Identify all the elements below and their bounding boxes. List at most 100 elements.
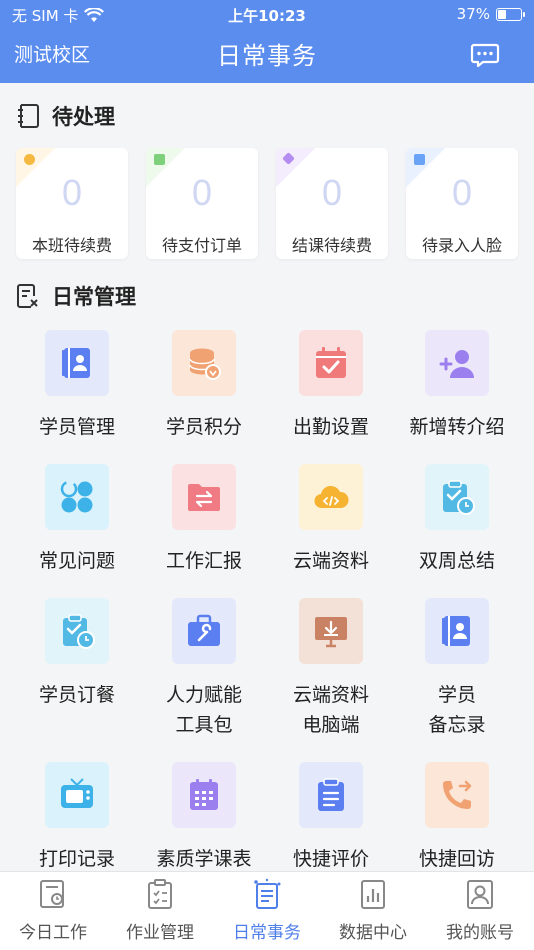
management-item[interactable]: 快捷评价: [268, 762, 394, 872]
management-item[interactable]: 云端资料: [268, 464, 394, 574]
calendar-grid-icon: [172, 762, 236, 828]
tab-my-account[interactable]: 我的账号: [427, 872, 533, 950]
coin-icon: [24, 154, 35, 165]
chat-bubble-icon: [470, 43, 500, 68]
pending-cards: 0 本班待续费 0 待支付订单 0 结课待续费 0 待录入人脸: [16, 148, 518, 259]
battery-fill: [498, 9, 507, 19]
management-item-label: 双周总结: [418, 550, 495, 572]
pending-title: 待处理: [52, 105, 115, 129]
face-scan-icon: [414, 154, 425, 165]
management-item-label: 学员订餐: [38, 684, 115, 706]
folder-exchange-icon: [172, 464, 236, 530]
document-settings-icon: [17, 284, 38, 308]
clipboard-clock-icon: [45, 598, 109, 664]
management-item[interactable]: 云端资料 电脑端: [268, 598, 394, 736]
management-item-label: 人力赋能: [165, 684, 242, 706]
daily-affairs-icon: [254, 878, 281, 909]
nav-bar: 测试校区 日常事务: [0, 28, 534, 83]
tab-data-center[interactable]: 数据中心: [320, 872, 426, 950]
management-item-label: 打印记录: [38, 848, 115, 870]
management-item-label: 新增转介绍: [409, 416, 505, 438]
battery-percent: 37%: [456, 5, 490, 23]
message-button[interactable]: [470, 40, 500, 70]
status-bar: 无 SIM 卡 上午10:23 37%: [0, 0, 534, 28]
management-item[interactable]: 常见问题: [14, 464, 140, 574]
tab-label: 今日工作: [19, 923, 87, 943]
toolbox-icon: [172, 598, 236, 664]
management-item[interactable]: 学员 备忘录: [394, 598, 520, 736]
pending-label: 待支付订单: [161, 236, 242, 255]
tab-daily-affairs[interactable]: 日常事务: [214, 872, 320, 950]
coins-icon: [172, 330, 236, 396]
pending-label: 待录入人脸: [421, 236, 502, 255]
management-item-label: 工具包: [175, 714, 233, 736]
pending-card-orders[interactable]: 0 待支付订单: [146, 148, 258, 259]
top-bar: 无 SIM 卡 上午10:23 37% 测试校区 日常事务: [0, 0, 534, 83]
management-item[interactable]: 人力赋能 工具包: [141, 598, 267, 736]
management-item-label: 学员管理: [38, 416, 115, 438]
homework-icon: [148, 879, 172, 909]
management-section-title: 日常管理: [16, 281, 136, 311]
pending-card-renewal[interactable]: 0 本班待续费: [16, 148, 128, 259]
management-item-label: 云端资料: [292, 684, 369, 706]
management-item-label: 云端资料: [292, 550, 369, 572]
pending-section-title: 待处理: [16, 101, 115, 131]
pending-label: 本班待续费: [31, 236, 112, 255]
management-title: 日常管理: [52, 285, 136, 309]
notebook-icon: [18, 104, 39, 128]
pending-card-face[interactable]: 0 待录入人脸: [406, 148, 518, 259]
management-item-label: 电脑端: [302, 714, 360, 736]
tab-label: 数据中心: [339, 923, 407, 943]
management-item-label: 备忘录: [428, 714, 486, 736]
contacts-icon: [45, 330, 109, 396]
pending-count: 0: [191, 172, 213, 213]
tab-label: 作业管理: [126, 923, 194, 943]
pending-card-course-end[interactable]: 0 结课待续费: [276, 148, 388, 259]
management-item[interactable]: 学员积分: [141, 330, 267, 440]
pending-label: 结课待续费: [291, 236, 372, 255]
management-item[interactable]: 出勤设置: [268, 330, 394, 440]
clipboard-clock-icon: [425, 464, 489, 530]
management-item-label: 出勤设置: [292, 416, 369, 438]
clipboard-list-icon: [299, 762, 363, 828]
management-item[interactable]: 双周总结: [394, 464, 520, 574]
page-title: 日常事务: [217, 42, 317, 70]
pending-count: 0: [61, 172, 83, 213]
management-item[interactable]: 新增转介绍: [394, 330, 520, 440]
tab-today-work[interactable]: 今日工作: [0, 872, 106, 950]
management-item[interactable]: 学员管理: [14, 330, 140, 440]
tab-label: 日常事务: [233, 923, 301, 943]
management-item[interactable]: 学员订餐: [14, 598, 140, 708]
calendar-check-icon: [299, 330, 363, 396]
management-item-label: 快捷评价: [292, 848, 369, 870]
account-icon: [467, 880, 493, 909]
document-icon: [154, 154, 165, 165]
data-center-icon: [361, 880, 385, 909]
tab-homework[interactable]: 作业管理: [107, 872, 213, 950]
management-item-label: 常见问题: [38, 550, 115, 572]
status-right: 37%: [456, 5, 525, 23]
pending-count: 0: [321, 172, 343, 213]
management-item[interactable]: 快捷回访: [394, 762, 520, 872]
bottom-tab-bar: 今日工作 作业管理 日常事务 数据中心 我的账号: [0, 871, 534, 950]
management-item-label: 快捷回访: [418, 848, 495, 870]
pending-count: 0: [451, 172, 473, 213]
contacts-icon: [425, 598, 489, 664]
today-work-icon: [40, 880, 64, 908]
add-user-icon: [425, 330, 489, 396]
management-item-label: 学员: [437, 684, 476, 706]
tv-icon: [45, 762, 109, 828]
management-item-label: 工作汇报: [165, 550, 242, 572]
cloud-code-icon: [299, 464, 363, 530]
monitor-download-icon: [299, 598, 363, 664]
battery-icon: [496, 7, 525, 21]
phone-callback-icon: [425, 762, 489, 828]
management-item-label: 素质学课表: [156, 848, 252, 870]
status-time: 上午10:23: [228, 7, 306, 25]
management-item-label: 学员积分: [165, 416, 242, 438]
management-item[interactable]: 素质学课表: [141, 762, 267, 872]
management-item[interactable]: 工作汇报: [141, 464, 267, 574]
tab-label: 我的账号: [446, 923, 514, 943]
grid-apps-icon: [45, 464, 109, 530]
management-item[interactable]: 打印记录: [14, 762, 140, 872]
